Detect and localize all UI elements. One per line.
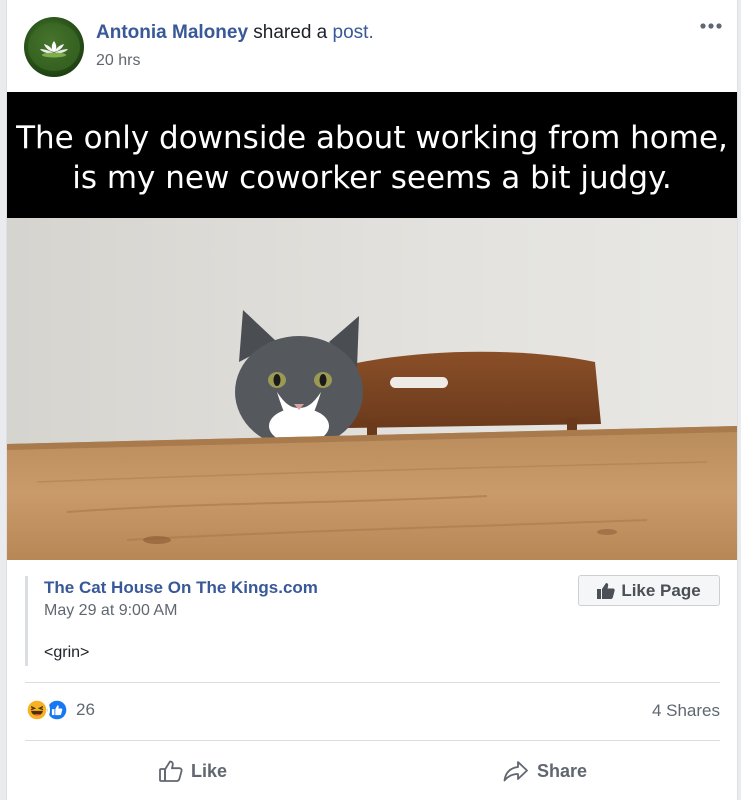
divider-top: [25, 682, 720, 683]
like-label: Like: [191, 760, 228, 781]
share-label: Share: [537, 760, 588, 781]
post-card: Antonia Maloney shared a post. 20 hrs Th…: [6, 0, 738, 800]
source-page-link[interactable]: The Cat House On The Kings.com: [44, 578, 318, 598]
share-arrow-icon: [503, 761, 528, 782]
more-options-button[interactable]: [697, 14, 725, 38]
reaction-count: 26: [76, 700, 95, 719]
share-button[interactable]: Share: [503, 753, 587, 789]
post-image[interactable]: The only downside about working from hom…: [7, 92, 737, 560]
source-text: <grin>: [44, 644, 90, 661]
post-timestamp[interactable]: 20 hrs: [96, 52, 140, 70]
source-date[interactable]: May 29 at 9:00 AM: [44, 602, 177, 620]
author-name-link[interactable]: Antonia Maloney: [96, 22, 248, 43]
haha-icon: [24, 697, 50, 723]
like-page-button[interactable]: Like Page: [578, 575, 720, 606]
divider-bottom: [25, 740, 720, 741]
shares-count[interactable]: 4 Shares: [652, 701, 720, 721]
lotus-flower-image: [28, 23, 80, 71]
image-caption: The only downside about working from hom…: [7, 118, 737, 198]
reactions-summary[interactable]: 26: [24, 697, 95, 723]
thumbs-up-outline-icon: [159, 760, 183, 782]
author-avatar[interactable]: [24, 17, 84, 77]
post-header-line: Antonia Maloney shared a post.: [96, 22, 374, 44]
caption-line-2: is my new coworker seems a bit judgy.: [72, 160, 672, 196]
action-text: shared a: [253, 22, 328, 43]
ellipsis-icon: [700, 23, 722, 29]
like-button[interactable]: Like: [159, 753, 227, 789]
caption-line-1: The only downside about working from hom…: [16, 120, 728, 156]
thumbs-up-icon: [597, 582, 616, 599]
image-caption-band: The only downside about working from hom…: [7, 92, 737, 218]
post-link[interactable]: post.: [333, 22, 374, 43]
like-page-label: Like Page: [621, 580, 701, 600]
